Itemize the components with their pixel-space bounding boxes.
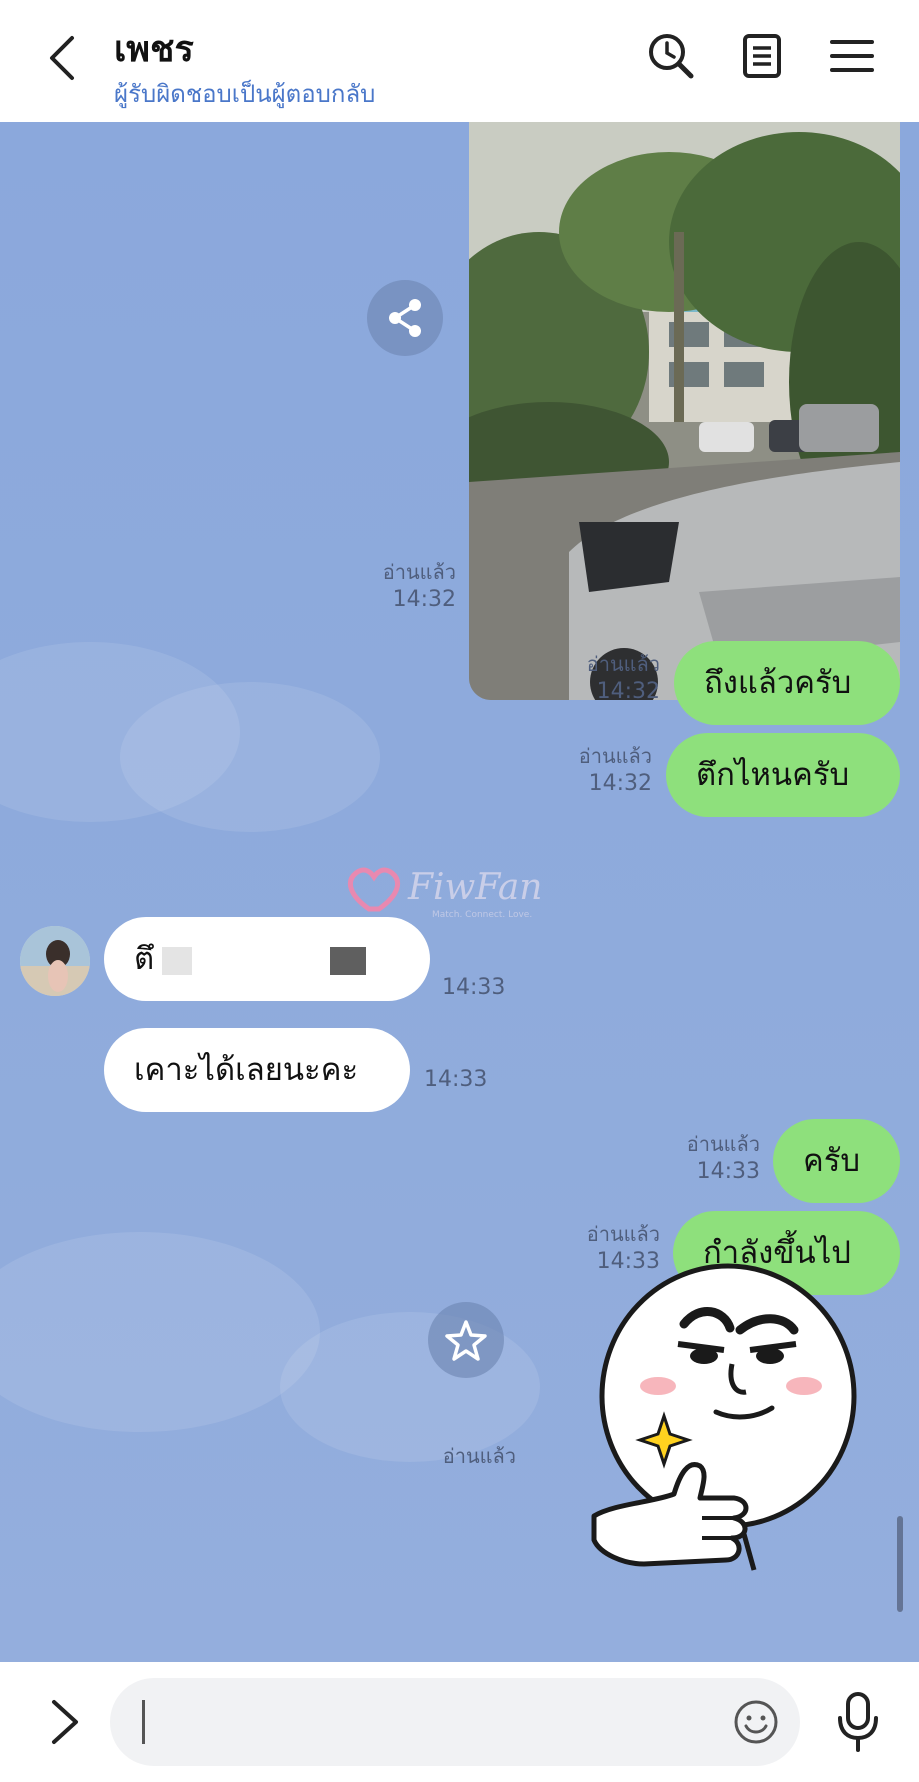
message-time: 14:32 bbox=[596, 679, 660, 704]
incoming-message[interactable]: ตึ bbox=[104, 917, 430, 1001]
background-cloud bbox=[120, 682, 380, 832]
read-receipt: อ่านแล้ว bbox=[382, 560, 456, 584]
outgoing-message[interactable]: ตึกไหนครับ bbox=[666, 733, 900, 817]
expand-toolbar-button[interactable] bbox=[44, 1686, 84, 1758]
message-meta: อ่านแล้ว 14:32 bbox=[520, 650, 660, 706]
incoming-message[interactable]: เคาะได้เลยนะคะ bbox=[104, 1028, 410, 1112]
chevron-right-icon bbox=[52, 1700, 78, 1744]
emoji-button[interactable] bbox=[732, 1698, 780, 1746]
message-input[interactable] bbox=[110, 1678, 800, 1766]
message-text: ตึ bbox=[134, 941, 155, 977]
message-meta: อ่านแล้ว 14:32 bbox=[512, 742, 652, 798]
message-time: 14:33 bbox=[696, 1159, 760, 1184]
favorite-sticker-button[interactable] bbox=[428, 1302, 504, 1378]
message-input-bar bbox=[0, 1662, 919, 1782]
share-button[interactable] bbox=[367, 280, 443, 356]
chat-scrollbar[interactable] bbox=[897, 1516, 903, 1612]
history-search-icon bbox=[649, 34, 694, 79]
message-time: 14:32 bbox=[588, 771, 652, 796]
background-cloud bbox=[0, 1232, 320, 1432]
sticker-meta: อ่านแล้ว bbox=[420, 1442, 516, 1470]
star-icon bbox=[445, 1320, 487, 1361]
watermark-tagline: Match. Connect. Love. bbox=[432, 910, 532, 920]
moon-thumbs-up-sticker bbox=[591, 1263, 857, 1571]
message-time: 14:32 bbox=[392, 587, 456, 612]
notes-button[interactable] bbox=[736, 30, 788, 82]
redacted-block bbox=[330, 947, 366, 975]
share-icon bbox=[389, 299, 421, 337]
read-receipt: อ่านแล้ว bbox=[686, 1132, 760, 1156]
message-meta: อ่านแล้ว 14:33 bbox=[620, 1130, 760, 1186]
back-button[interactable] bbox=[40, 28, 90, 88]
outgoing-message[interactable]: ครับ bbox=[773, 1119, 900, 1203]
contact-avatar[interactable] bbox=[20, 926, 90, 996]
read-receipt: อ่านแล้ว bbox=[578, 744, 652, 768]
outgoing-message[interactable]: ถึงแล้วครับ bbox=[674, 641, 900, 725]
chat-subtitle: ผู้รับผิดชอบเป็นผู้ตอบกลับ bbox=[114, 80, 376, 108]
menu-icon bbox=[830, 40, 874, 72]
redacted-block bbox=[162, 947, 192, 975]
read-receipt: อ่านแล้ว bbox=[586, 652, 660, 676]
microphone-icon bbox=[838, 1692, 878, 1752]
history-search-button[interactable] bbox=[645, 30, 697, 82]
chat-header: เพชร ผู้รับผิดชอบเป็นผู้ตอบกลับ bbox=[0, 0, 919, 122]
chevron-left-icon bbox=[50, 36, 74, 80]
message-time: 14:33 bbox=[442, 975, 506, 1000]
microphone-button[interactable] bbox=[832, 1690, 884, 1754]
notes-icon bbox=[743, 34, 781, 78]
watermark-brand: FiwFan bbox=[407, 867, 543, 908]
avatar-image bbox=[20, 926, 90, 996]
photo-message[interactable] bbox=[469, 122, 900, 700]
sticker-message[interactable] bbox=[584, 1234, 864, 1662]
chat-title[interactable]: เพชร bbox=[114, 20, 194, 77]
menu-button[interactable] bbox=[826, 30, 878, 82]
chat-area[interactable]: อ่านแล้ว 14:32 อ่านแล้ว 14:32 ถึงแล้วครั… bbox=[0, 122, 919, 1662]
photo-meta: อ่านแล้ว 14:32 bbox=[330, 558, 456, 614]
street-photo-image bbox=[469, 122, 900, 700]
read-receipt: อ่านแล้ว bbox=[442, 1444, 516, 1468]
text-caret bbox=[142, 1700, 145, 1744]
emoji-icon bbox=[734, 1700, 778, 1744]
message-time: 14:33 bbox=[424, 1067, 488, 1092]
